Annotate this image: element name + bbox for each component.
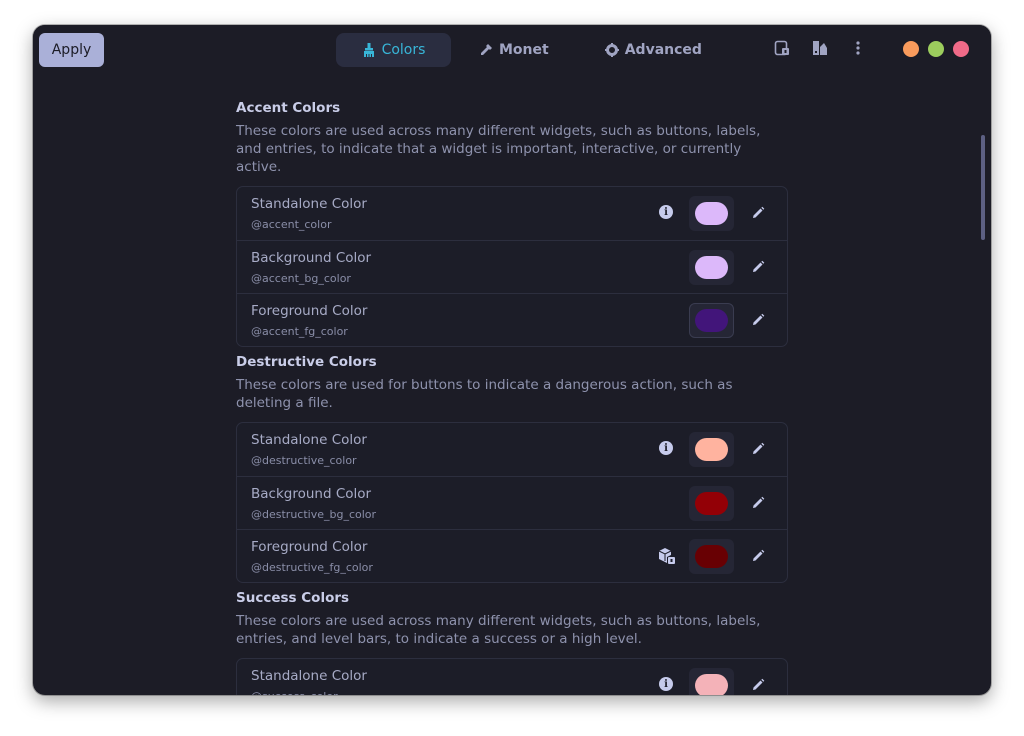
color-row: Foreground Color @destructive_fg_color: [237, 529, 787, 582]
pencil-icon[interactable]: [750, 495, 766, 511]
pencil-icon[interactable]: [750, 205, 766, 221]
color-swatch: [695, 256, 728, 279]
scrollbar[interactable]: [981, 135, 985, 240]
pencil-icon[interactable]: [750, 259, 766, 275]
color-row: Standalone Color @destructive_color i: [237, 423, 787, 476]
pencil-icon[interactable]: [750, 441, 766, 457]
row-label: Background Color: [251, 250, 372, 266]
palette-icon[interactable]: [811, 39, 829, 57]
row-variable: @success_color: [251, 690, 338, 695]
tab-label: Advanced: [624, 42, 702, 58]
window-controls: [903, 41, 969, 57]
color-row: Standalone Color @success_color i: [237, 659, 787, 695]
section-title: Accent Colors: [236, 100, 341, 116]
row-label: Standalone Color: [251, 668, 367, 684]
color-swatch-button[interactable]: [689, 668, 734, 695]
tab-label: Colors: [381, 42, 426, 58]
section-description: These colors are used for buttons to ind…: [236, 377, 733, 411]
color-list: Standalone Color @destructive_color i Ba…: [236, 422, 788, 583]
pencil-icon[interactable]: [750, 677, 766, 693]
color-list: Standalone Color @success_color i: [236, 658, 788, 695]
row-label: Standalone Color: [251, 432, 367, 448]
section-description: These colors are used across many differ…: [236, 123, 761, 175]
color-swatch-button[interactable]: [689, 196, 734, 231]
color-swatch: [695, 545, 728, 568]
color-row: Foreground Color @accent_fg_color: [237, 293, 787, 346]
preset-icon[interactable]: [773, 39, 791, 57]
pencil-icon[interactable]: [750, 312, 766, 328]
row-variable: @accent_bg_color: [251, 272, 351, 285]
color-row: Background Color @accent_bg_color: [237, 240, 787, 293]
header-actions: [773, 39, 867, 57]
section-destructive-colors: Destructive Colors These colors are used…: [236, 354, 788, 583]
minimize-button[interactable]: [903, 41, 919, 57]
section-success-colors: Success Colors These colors are used acr…: [236, 590, 788, 695]
row-variable: @destructive_fg_color: [251, 561, 373, 574]
row-variable: @destructive_bg_color: [251, 508, 377, 521]
row-label: Background Color: [251, 486, 372, 502]
section-title: Success Colors: [236, 590, 350, 606]
tab-label: Monet: [499, 42, 549, 58]
info-icon[interactable]: i: [659, 677, 673, 691]
row-label: Foreground Color: [251, 539, 368, 555]
color-swatch-button[interactable]: [689, 250, 734, 285]
color-row: Background Color @destructive_bg_color: [237, 476, 787, 529]
row-label: Standalone Color: [251, 196, 367, 212]
section-accent-colors: Accent Colors These colors are used acro…: [236, 100, 788, 347]
section-title: Destructive Colors: [236, 354, 377, 370]
app-window: Apply Colors Monet Advanced Accent Color…: [33, 25, 991, 695]
color-swatch-button[interactable]: [689, 303, 734, 338]
color-swatch-button[interactable]: [689, 539, 734, 574]
maximize-button[interactable]: [928, 41, 944, 57]
row-label: Foreground Color: [251, 303, 368, 319]
color-row: Standalone Color @accent_color i: [237, 187, 787, 240]
menu-icon[interactable]: [849, 39, 867, 57]
close-button[interactable]: [953, 41, 969, 57]
color-swatch: [695, 438, 728, 461]
row-variable: @accent_fg_color: [251, 325, 348, 338]
header-bar: Apply Colors Monet Advanced: [33, 25, 991, 75]
section-description: These colors are used across many differ…: [236, 613, 761, 647]
color-swatch-button[interactable]: [689, 486, 734, 521]
color-swatch-button[interactable]: [689, 432, 734, 467]
pencil-icon[interactable]: [750, 548, 766, 564]
row-variable: @accent_color: [251, 218, 332, 231]
color-swatch: [695, 674, 728, 695]
gear-icon: [604, 43, 619, 57]
eyedropper-icon: [481, 44, 492, 55]
tab-advanced[interactable]: Advanced: [577, 33, 730, 67]
color-list: Standalone Color @accent_color i Backgro…: [236, 186, 788, 347]
info-icon[interactable]: i: [659, 205, 673, 219]
view-switcher: Colors Monet Advanced: [336, 33, 730, 67]
scroll-content: Accent Colors These colors are used acro…: [33, 75, 991, 695]
color-swatch: [695, 492, 728, 515]
tab-monet[interactable]: Monet: [451, 33, 577, 67]
row-variable: @destructive_color: [251, 454, 357, 467]
color-swatch: [695, 202, 728, 225]
cube-lock-icon[interactable]: [658, 547, 676, 565]
color-swatch: [695, 309, 728, 332]
tab-colors[interactable]: Colors: [336, 33, 451, 67]
apply-button[interactable]: Apply: [39, 33, 104, 67]
brush-icon: [363, 43, 374, 57]
info-icon[interactable]: i: [659, 441, 673, 455]
